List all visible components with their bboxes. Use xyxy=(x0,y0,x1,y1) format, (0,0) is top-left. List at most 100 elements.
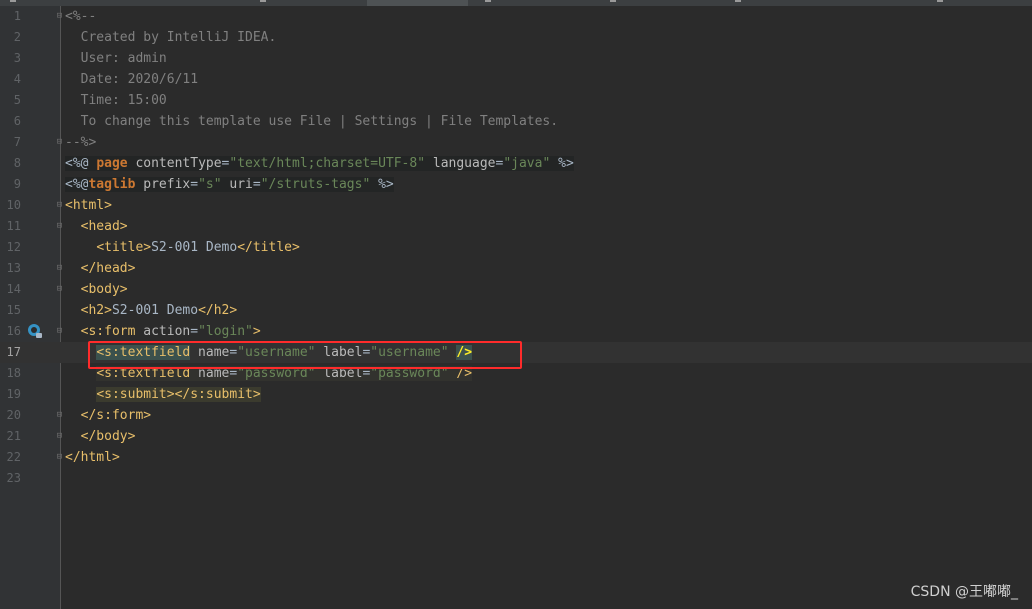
code-text[interactable]: <%@taglib prefix="s" uri="/struts-tags" … xyxy=(65,174,394,195)
line-number[interactable]: 22 xyxy=(0,447,21,468)
code-text[interactable]: <body> xyxy=(65,279,128,300)
code-line[interactable]: 12 <title>S2-001 Demo</title> xyxy=(0,237,1032,258)
line-number[interactable]: 17 xyxy=(0,342,21,363)
line-number[interactable]: 5 xyxy=(0,90,21,111)
code-line[interactable]: 23 xyxy=(0,468,1032,489)
code-line[interactable]: 13 ⊟ </head> xyxy=(0,258,1032,279)
code-token: <s:form xyxy=(80,324,144,339)
fold-marker-icon[interactable]: ⊟ xyxy=(55,222,64,231)
code-line[interactable]: 8 <%@ page contentType="text/html;charset… xyxy=(0,153,1032,174)
line-number[interactable]: 18 xyxy=(0,363,21,384)
tab-separator xyxy=(260,0,266,2)
code-text[interactable]: </head> xyxy=(65,258,136,279)
code-line[interactable]: 21 ⊟ </body> xyxy=(0,426,1032,447)
line-number[interactable]: 7 xyxy=(0,132,21,153)
fold-marker-icon[interactable]: ⊟ xyxy=(55,201,64,210)
code-token: <html> xyxy=(65,198,112,213)
line-number[interactable]: 11 xyxy=(0,216,21,237)
line-number[interactable]: 2 xyxy=(0,27,21,48)
code-token: S2-001 Demo xyxy=(151,240,238,255)
code-text[interactable]: Created by IntelliJ IDEA. xyxy=(65,27,277,48)
fold-marker-icon[interactable]: ⊟ xyxy=(55,12,64,21)
code-token: > xyxy=(252,324,261,339)
code-line[interactable]: 4 Date: 2020/6/11 xyxy=(0,69,1032,90)
line-number[interactable]: 1 xyxy=(0,6,21,27)
code-text[interactable]: <title>S2-001 Demo</title> xyxy=(65,237,300,258)
code-line[interactable]: 15 <h2>S2-001 Demo</h2> xyxy=(0,300,1032,321)
code-text[interactable]: <s:form action="login"> xyxy=(65,321,261,342)
code-line[interactable]: 20 ⊟ </s:form> xyxy=(0,405,1032,426)
code-text[interactable]: To change this template use File | Setti… xyxy=(65,111,558,132)
code-text[interactable]: </s:form> xyxy=(65,405,151,426)
code-token: To change this template use File | Setti… xyxy=(65,114,559,129)
code-token: S2-001 Demo xyxy=(111,303,199,318)
code-token: "/struts-tags" xyxy=(260,177,371,192)
code-token: %> xyxy=(550,156,574,171)
code-line[interactable]: 6 To change this template use File | Set… xyxy=(0,111,1032,132)
code-token: --%> xyxy=(65,135,97,150)
code-text[interactable]: <html> xyxy=(65,195,112,216)
code-text[interactable]: Time: 15:00 xyxy=(65,90,167,111)
code-line[interactable]: 2 Created by IntelliJ IDEA. xyxy=(0,27,1032,48)
fold-marker-icon[interactable]: ⊟ xyxy=(55,327,64,336)
code-text[interactable]: User: admin xyxy=(65,48,167,69)
code-text[interactable]: Date: 2020/6/11 xyxy=(65,69,198,90)
fold-marker-icon[interactable]: ⊟ xyxy=(55,285,64,294)
code-line[interactable]: 11 ⊟ <head> xyxy=(0,216,1032,237)
code-text[interactable]: <s:submit></s:submit> xyxy=(65,384,261,405)
code-text[interactable]: --%> xyxy=(65,132,96,153)
line-number[interactable]: 4 xyxy=(0,69,21,90)
code-line[interactable]: 3 User: admin xyxy=(0,48,1032,69)
code-text[interactable]: <h2>S2-001 Demo</h2> xyxy=(65,300,238,321)
fold-marker-icon[interactable]: ⊟ xyxy=(55,453,64,462)
line-number[interactable]: 16 xyxy=(0,321,21,342)
code-token: %> xyxy=(370,177,394,192)
tab-separator xyxy=(485,0,491,2)
bean-icon[interactable] xyxy=(27,323,43,339)
line-number[interactable]: 12 xyxy=(0,237,21,258)
code-line[interactable]: 22 ⊟ </html> xyxy=(0,447,1032,468)
code-line[interactable]: 19 <s:submit></s:submit> xyxy=(0,384,1032,405)
code-line[interactable]: 9 <%@taglib prefix="s" uri="/struts-tags"… xyxy=(0,174,1032,195)
line-number[interactable]: 10 xyxy=(0,195,21,216)
code-line[interactable]: 1 ⊟ <%-- xyxy=(0,6,1032,27)
line-number[interactable]: 13 xyxy=(0,258,21,279)
code-line[interactable]: 5 Time: 15:00 xyxy=(0,90,1032,111)
line-number[interactable]: 6 xyxy=(0,111,21,132)
line-number[interactable]: 21 xyxy=(0,426,21,447)
code-line[interactable]: 16 ⊟ <s:form action="login"> xyxy=(0,321,1032,342)
line-number[interactable]: 9 xyxy=(0,174,21,195)
code-line[interactable]: 10 ⊟ <html> xyxy=(0,195,1032,216)
code-token: taglib xyxy=(88,177,144,192)
code-token: uri xyxy=(221,177,253,192)
fold-marker-icon[interactable]: ⊟ xyxy=(55,432,64,441)
fold-marker-icon[interactable]: ⊟ xyxy=(55,411,64,420)
code-text[interactable]: </html> xyxy=(65,447,120,468)
fold-marker-icon[interactable]: ⊟ xyxy=(55,264,64,273)
line-number[interactable]: 14 xyxy=(0,279,21,300)
tab-separator xyxy=(937,0,943,2)
code-token: language xyxy=(425,156,496,171)
code-text[interactable]: <%-- xyxy=(65,6,96,27)
line-number[interactable]: 3 xyxy=(0,48,21,69)
code-text[interactable]: <head> xyxy=(65,216,128,237)
fold-marker-icon[interactable]: ⊟ xyxy=(55,138,64,147)
code-text[interactable]: <%@ page contentType="text/html;charset=… xyxy=(65,153,574,174)
code-line[interactable]: 14 ⊟ <body> xyxy=(0,279,1032,300)
watermark: CSDN @王嘟嘟_ xyxy=(910,584,1018,600)
line-number[interactable]: 8 xyxy=(0,153,21,174)
code-text[interactable]: </body> xyxy=(65,426,136,447)
line-number[interactable]: 15 xyxy=(0,300,21,321)
code-token: </title> xyxy=(237,240,300,255)
code-token: <%@ xyxy=(65,177,89,192)
line-number[interactable]: 19 xyxy=(0,384,21,405)
line-number[interactable]: 23 xyxy=(0,468,21,489)
code-line[interactable]: 7 ⊟ --%> xyxy=(0,132,1032,153)
code-token: <%-- xyxy=(65,9,97,24)
code-token: <h2> xyxy=(80,303,112,318)
line-number[interactable]: 20 xyxy=(0,405,21,426)
